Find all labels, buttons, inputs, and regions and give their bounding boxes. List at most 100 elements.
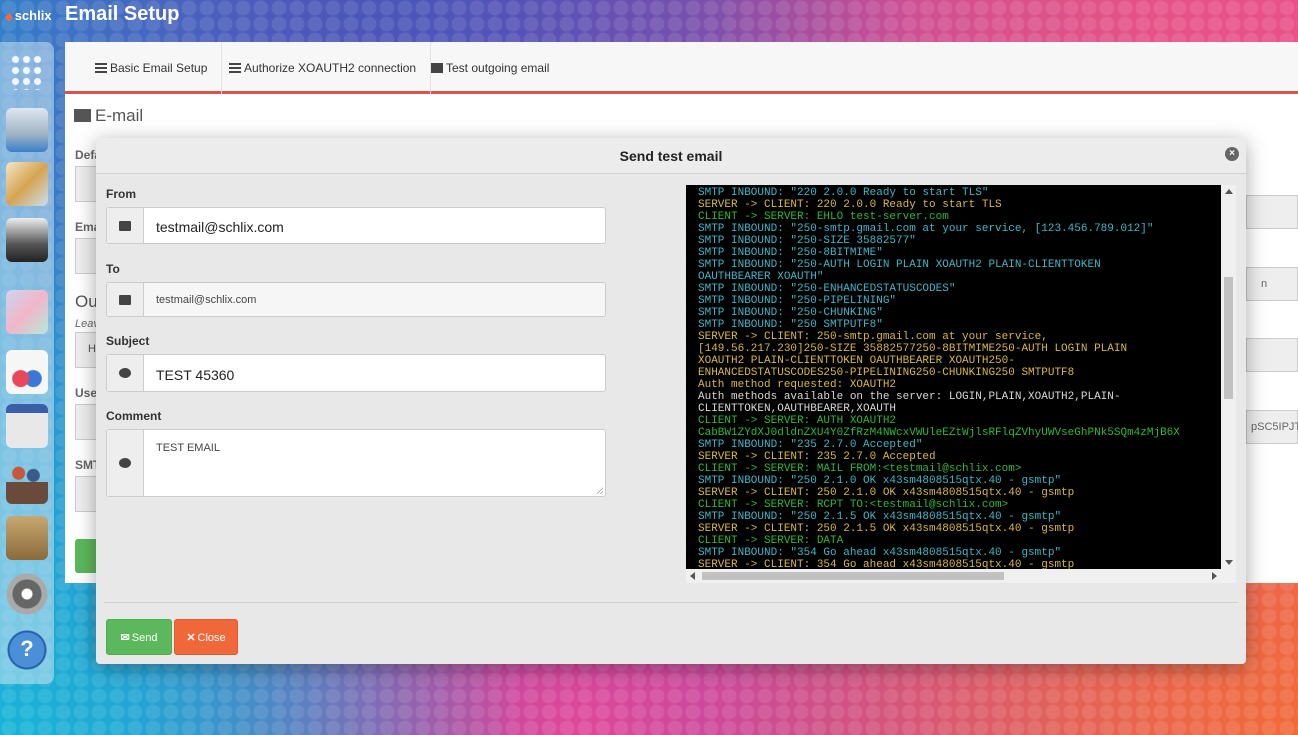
to-addon bbox=[107, 283, 144, 316]
vertical-scrollbar[interactable] bbox=[1221, 185, 1236, 569]
console-line: Auth methods available on the server: LO… bbox=[698, 391, 1121, 403]
console-line: CLIENT -> SERVER: EHLO test-server.com bbox=[698, 211, 949, 223]
dock-menu-icon[interactable] bbox=[6, 404, 48, 448]
section-title: E-mail bbox=[74, 106, 143, 126]
scroll-up-icon[interactable] bbox=[1225, 189, 1233, 194]
console-line: SMTP INBOUND: "250 2.1.0 OK x43sm4808515… bbox=[698, 475, 1062, 487]
dock-users-icon[interactable] bbox=[6, 460, 48, 504]
horizontal-scrollbar[interactable] bbox=[686, 569, 1221, 583]
console-line: SERVER -> CLIENT: 235 2.7.0 Accepted bbox=[698, 451, 936, 463]
modal-title: Send test email bbox=[619, 148, 723, 164]
console-line: SMTP INBOUND: "235 2.7.0 Accepted" bbox=[698, 439, 923, 451]
app-title: Email Setup bbox=[65, 3, 180, 25]
send-button[interactable]: ✉ Send bbox=[106, 619, 172, 655]
console-line: OAUTHBEARER XOAUTH" bbox=[698, 271, 824, 283]
to-input[interactable]: testmail@schlix.com bbox=[156, 294, 256, 306]
console-line: SMTP INBOUND: "250-smtp.gmail.com at you… bbox=[698, 223, 1154, 235]
console-line: SMTP INBOUND: "250-PIPELINING" bbox=[698, 295, 897, 307]
subject-label: Subject bbox=[106, 334, 150, 348]
console-line: XOAUTH2 PLAIN-CLIENTTOKEN OAUTHBEARER XO… bbox=[698, 355, 1015, 367]
console-line: ENHANCEDSTATUSCODES250-PIPELINING250-CHU… bbox=[698, 367, 1075, 379]
envelope-icon: ✉ bbox=[120, 632, 130, 644]
comment-addon bbox=[107, 430, 144, 496]
subject-addon bbox=[107, 355, 144, 391]
console-line: SMTP INBOUND: "220 2.0.0 Ready to start … bbox=[698, 187, 989, 199]
bg-input-fragment: n bbox=[1246, 267, 1298, 301]
console-line: CLIENTTOKEN,OAUTHBEARER,XOAUTH bbox=[698, 403, 897, 415]
console-line: CLIENT -> SERVER: DATA bbox=[698, 535, 844, 547]
bg-input-fragment bbox=[1246, 338, 1298, 372]
schlix-logo[interactable]: ◆ schlix bbox=[5, 8, 52, 23]
close-icon: ✕ bbox=[186, 632, 196, 644]
resize-handle-icon[interactable] bbox=[596, 487, 603, 494]
tab-bar: Basic Email Setup Authorize XOAUTH2 conn… bbox=[65, 42, 1298, 94]
dock-tools-icon[interactable] bbox=[6, 516, 48, 560]
dock-blog-icon[interactable] bbox=[6, 218, 48, 262]
from-field[interactable]: testmail@schlix.com bbox=[106, 207, 606, 244]
list-icon bbox=[229, 63, 241, 73]
console-line: CLIENT -> SERVER: RCPT TO:<testmail@schl… bbox=[698, 499, 1009, 511]
console-line: SMTP INBOUND: "250-8BITMIME" bbox=[698, 247, 883, 259]
top-bar: ◆ schlix Email Setup bbox=[0, 0, 1298, 32]
console-line: CLIENT -> SERVER: AUTH XOAUTH2 bbox=[698, 415, 897, 427]
comment-label: Comment bbox=[106, 409, 162, 423]
envelope-icon bbox=[119, 220, 131, 231]
console-line: CabBW1ZYdXJ0dldnZXU4Y0ZfRzM4NWcxVWUleEZt… bbox=[698, 427, 1180, 439]
envelope-icon bbox=[74, 109, 91, 122]
scroll-right-icon[interactable] bbox=[1212, 572, 1217, 580]
footer-divider bbox=[104, 602, 1238, 603]
to-label: To bbox=[106, 262, 120, 276]
comment-icon bbox=[119, 458, 131, 468]
app-dock: ? bbox=[0, 42, 54, 684]
scroll-thumb[interactable] bbox=[702, 572, 1004, 580]
scroll-thumb[interactable] bbox=[1224, 277, 1233, 399]
console-line: SMTP INBOUND: "354 Go ahead x43sm4808515… bbox=[698, 547, 1062, 559]
console-line: SMTP INBOUND: "250-ENHANCEDSTATUSCODES" bbox=[698, 283, 956, 295]
console-line: [149.56.217.230]250-SIZE 35882577250-8BI… bbox=[698, 343, 1128, 355]
bg-label-fragment: Use bbox=[75, 386, 98, 400]
tab-authorize-xoauth2[interactable]: Authorize XOAUTH2 connection bbox=[215, 42, 432, 94]
dock-web-pages-icon[interactable] bbox=[6, 162, 48, 206]
console-line: SERVER -> CLIENT: 250-smtp.gmail.com at … bbox=[698, 331, 1048, 343]
console-log: SMTP INBOUND: "220 2.0.0 Ready to start … bbox=[698, 187, 1218, 571]
scroll-left-icon[interactable] bbox=[690, 572, 695, 580]
console-line: SERVER -> CLIENT: 220 2.0.0 Ready to sta… bbox=[698, 199, 1002, 211]
help-question-mark: ? bbox=[20, 636, 34, 661]
modal-header: Send test email × bbox=[96, 138, 1246, 174]
bg-heading-fragment: Ou bbox=[75, 292, 98, 311]
dock-help-icon[interactable]: ? bbox=[6, 628, 48, 672]
console-line: SMTP INBOUND: "250-CHUNKING" bbox=[698, 307, 883, 319]
close-button[interactable]: ✕ Close bbox=[174, 619, 238, 655]
dock-apps-grid-icon[interactable] bbox=[6, 50, 48, 94]
from-input[interactable]: testmail@schlix.com bbox=[156, 219, 284, 235]
dock-macro-icon[interactable] bbox=[6, 350, 48, 394]
scrollbar-corner bbox=[1221, 569, 1236, 583]
logo-mark-icon: ◆ bbox=[5, 12, 13, 23]
console-line: SMTP INBOUND: "250 SMTPUTF8" bbox=[698, 319, 883, 331]
smtp-debug-console[interactable]: SMTP INBOUND: "220 2.0.0 Ready to start … bbox=[686, 185, 1236, 583]
comment-textarea[interactable]: TEST EMAIL bbox=[156, 442, 220, 454]
scroll-down-icon[interactable] bbox=[1225, 560, 1233, 565]
tab-test-outgoing-email[interactable]: Test outgoing email bbox=[417, 42, 563, 94]
console-line: SMTP INBOUND: "250 2.1.5 OK x43sm4808515… bbox=[698, 511, 1062, 523]
send-test-email-modal: Send test email × From testmail@schlix.c… bbox=[96, 138, 1246, 664]
dock-block-icon[interactable] bbox=[6, 290, 48, 334]
subject-input[interactable]: TEST 45360 bbox=[156, 367, 234, 383]
console-line: CLIENT -> SERVER: MAIL FROM:<testmail@sc… bbox=[698, 463, 1022, 475]
envelope-icon bbox=[119, 294, 131, 305]
tab-basic-email-setup[interactable]: Basic Email Setup bbox=[81, 42, 223, 94]
close-icon[interactable]: × bbox=[1225, 147, 1239, 161]
console-line: SERVER -> CLIENT: 250 2.1.5 OK x43sm4808… bbox=[698, 523, 1075, 535]
subject-field[interactable]: TEST 45360 bbox=[106, 354, 606, 392]
logo-text: schlix bbox=[14, 8, 52, 23]
dock-smtp-icon[interactable] bbox=[6, 108, 48, 152]
from-label: From bbox=[106, 187, 136, 201]
dock-settings-icon[interactable] bbox=[6, 572, 48, 616]
comment-field[interactable]: TEST EMAIL bbox=[106, 429, 606, 497]
envelope-icon bbox=[431, 63, 443, 73]
console-line: Auth method requested: XOAUTH2 bbox=[698, 379, 897, 391]
to-field[interactable]: testmail@schlix.com bbox=[106, 282, 606, 317]
console-line: SMTP INBOUND: "250-AUTH LOGIN PLAIN XOAU… bbox=[698, 259, 1101, 271]
bg-input-fragment: pSC5IPJTN bbox=[1246, 410, 1298, 444]
console-line: SMTP INBOUND: "250-SIZE 35882577" bbox=[698, 235, 916, 247]
